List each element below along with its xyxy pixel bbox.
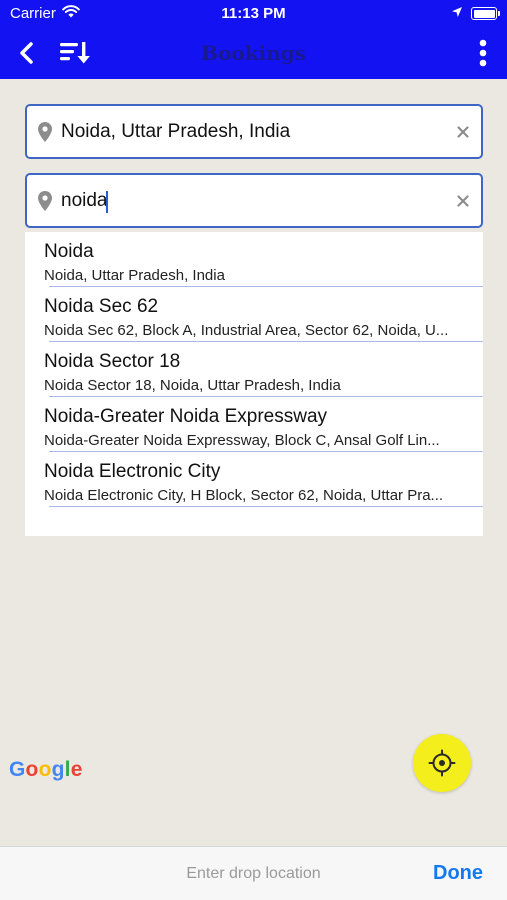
done-button[interactable]: Done	[433, 862, 483, 885]
close-icon	[457, 126, 469, 138]
suggestion-title: Noida Electronic City	[44, 461, 221, 482]
search-location-input[interactable]	[61, 187, 441, 215]
suggestion-item[interactable]: Noida Sector 18 Noida Sector 18, Noida, …	[25, 342, 483, 397]
google-attribution: Google	[9, 758, 83, 781]
text-cursor	[106, 191, 108, 213]
suggestion-item[interactable]: Noida Sec 62 Noida Sec 62, Block A, Indu…	[25, 287, 483, 342]
location-arrow-icon	[451, 5, 463, 22]
suggestion-subtitle: Noida, Uttar Pradesh, India	[44, 267, 225, 284]
search-clear-button[interactable]	[453, 191, 473, 211]
search-location-field	[25, 173, 483, 228]
close-icon	[457, 195, 469, 207]
page-title: Bookings	[201, 41, 306, 65]
suggestion-title: Noida-Greater Noida Expressway	[44, 406, 328, 427]
suggestion-title: Noida Sector 18	[44, 351, 181, 372]
pickup-clear-button[interactable]	[453, 122, 473, 142]
divider	[49, 506, 483, 507]
more-vertical-icon	[479, 39, 487, 67]
map-pin-icon	[38, 122, 52, 142]
google-logo: Google	[9, 758, 83, 782]
suggestion-title: Noida Sec 62	[44, 296, 159, 317]
status-time: 11:13 PM	[221, 5, 286, 22]
nav-bar: Bookings	[0, 28, 507, 79]
my-location-button[interactable]	[413, 734, 471, 792]
suggestion-title: Noida	[44, 241, 94, 262]
status-bar-right	[451, 5, 500, 22]
status-bar: Carrier 11:13 PM	[0, 0, 507, 28]
suggestion-item[interactable]: Noida Electronic City Noida Electronic C…	[25, 452, 483, 507]
bottom-bar: Enter drop location Done	[0, 846, 507, 900]
pickup-location-input[interactable]	[61, 118, 441, 146]
suggestion-subtitle: Noida-Greater Noida Expressway, Block C,…	[44, 432, 440, 449]
suggestions-list: Noida Noida, Uttar Pradesh, India Noida …	[25, 232, 483, 536]
map-pin-icon	[38, 191, 52, 211]
pickup-location-field	[25, 104, 483, 159]
crosshair-icon	[428, 749, 456, 777]
suggestion-subtitle: Noida Sector 18, Noida, Uttar Pradesh, I…	[44, 377, 341, 394]
suggestion-item[interactable]: Noida-Greater Noida Expressway Noida-Gre…	[25, 397, 483, 452]
battery-icon	[471, 7, 500, 20]
suggestion-subtitle: Noida Electronic City, H Block, Sector 6…	[44, 487, 444, 504]
suggestion-subtitle: Noida Sec 62, Block A, Industrial Area, …	[44, 322, 449, 339]
drop-location-field[interactable]: Enter drop location	[0, 865, 507, 883]
suggestion-item[interactable]: Noida Noida, Uttar Pradesh, India	[25, 232, 483, 287]
more-options-button[interactable]	[473, 38, 493, 68]
